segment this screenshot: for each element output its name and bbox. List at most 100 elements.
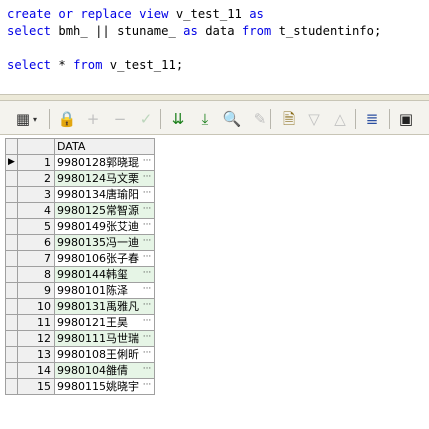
toolbar-separator	[270, 109, 271, 129]
current-row-icon: ▶	[8, 157, 15, 167]
cell-value: 9980101陈泽	[57, 284, 128, 297]
data-cell[interactable]: 9980124马文栗 ···	[54, 170, 155, 187]
chevron-down-icon[interactable]: ▾	[33, 115, 37, 124]
data-cell[interactable]: 9980121王昊 ···	[54, 314, 155, 331]
cell-value: 9980124马文栗	[57, 172, 139, 185]
row-indicator[interactable]	[5, 282, 18, 299]
table-row[interactable]: 15 9980115姚晓宇 ···	[5, 378, 155, 395]
cell-editor-ellipsis-icon[interactable]: ···	[141, 252, 153, 265]
data-cell[interactable]: 9980125常智源 ···	[54, 202, 155, 219]
cell-editor-ellipsis-icon[interactable]: ···	[141, 172, 153, 185]
cell-editor-ellipsis-icon[interactable]: ···	[141, 300, 153, 313]
row-number: 9	[17, 282, 55, 299]
data-cell[interactable]: 9980106张子春 ···	[54, 250, 155, 267]
cell-editor-ellipsis-icon[interactable]: ···	[141, 284, 153, 297]
sort-asc-button[interactable]: △	[330, 109, 350, 129]
cell-value: 9980115姚晓宇	[57, 380, 139, 393]
row-indicator[interactable]	[5, 202, 18, 219]
save-button[interactable]: ▣	[396, 109, 416, 129]
sort-desc-button[interactable]: ▽	[304, 109, 324, 129]
cell-editor-ellipsis-icon[interactable]: ···	[141, 364, 153, 377]
cell-editor-ellipsis-icon[interactable]: ···	[141, 332, 153, 345]
table-row[interactable]: 5 9980149张艾迪 ···	[5, 218, 155, 235]
cell-value: 9980128郭晓琨	[57, 156, 139, 169]
table-row[interactable]: 11 9980121王昊 ···	[5, 314, 155, 331]
fetch-last-button[interactable]: ⤓	[195, 109, 215, 129]
row-number: 2	[17, 170, 55, 187]
cell-editor-ellipsis-icon[interactable]: ···	[141, 220, 153, 233]
row-indicator[interactable]	[5, 234, 18, 251]
grid-layout-button[interactable]: ▦ ▾	[13, 109, 37, 129]
row-indicator[interactable]	[5, 266, 18, 283]
cell-value: 9980144韩玺	[57, 268, 128, 281]
table-row[interactable]: 10 9980131禹雅凡 ···	[5, 298, 155, 315]
table-row[interactable]: 13 9980108王俐昕 ···	[5, 346, 155, 363]
table-row[interactable]: 9 9980101陈泽 ···	[5, 282, 155, 299]
cell-editor-ellipsis-icon[interactable]: ···	[141, 380, 153, 393]
export-button[interactable]: 🗎	[279, 109, 299, 129]
column-header-data[interactable]: DATA	[54, 138, 155, 155]
data-cell[interactable]: 9980111马世瑞 ···	[54, 330, 155, 347]
table-row[interactable]: 8 9980144韩玺 ···	[5, 266, 155, 283]
data-cell[interactable]: 9980149张艾迪 ···	[54, 218, 155, 235]
result-grid: DATA ▶ 1 9980128郭晓琨 ··· 2 9980124马文栗 ··· 3 99801…	[5, 138, 155, 395]
row-indicator[interactable]	[5, 314, 18, 331]
post-changes-button[interactable]: ✓	[136, 109, 156, 129]
cell-editor-ellipsis-icon[interactable]: ···	[141, 236, 153, 249]
table-row[interactable]: 12 9980111马世瑞 ···	[5, 330, 155, 347]
row-indicator[interactable]	[5, 346, 18, 363]
table-row[interactable]: 3 9980134唐瑜阳 ···	[5, 186, 155, 203]
data-cell[interactable]: 9980131禹雅凡 ···	[54, 298, 155, 315]
query-by-example-icon: 🔍	[222, 110, 242, 128]
cell-editor-ellipsis-icon[interactable]: ···	[141, 204, 153, 217]
table-row[interactable]: 6 9980135冯一迪 ···	[5, 234, 155, 251]
table-row[interactable]: 2 9980124马文栗 ···	[5, 170, 155, 187]
code-line[interactable]: create or replace view v_test_11 as	[7, 6, 264, 23]
fetch-next-button[interactable]: ⇊	[168, 109, 188, 129]
row-indicator[interactable]	[5, 330, 18, 347]
data-cell[interactable]: 9980101陈泽 ···	[54, 282, 155, 299]
lock-button[interactable]: 🔒	[57, 109, 77, 129]
row-number: 5	[17, 218, 55, 235]
cell-editor-ellipsis-icon[interactable]: ···	[141, 268, 153, 281]
table-row[interactable]: 7 9980106张子春 ···	[5, 250, 155, 267]
data-cell[interactable]: 9980108王俐昕 ···	[54, 346, 155, 363]
cell-value: 9980131禹雅凡	[57, 300, 139, 313]
row-indicator[interactable]	[5, 186, 18, 203]
row-indicator[interactable]	[5, 170, 18, 187]
connect-button[interactable]: ≣	[362, 109, 382, 129]
data-cell[interactable]: 9980128郭晓琨 ···	[54, 154, 155, 171]
data-cell[interactable]: 9980144韩玺 ···	[54, 266, 155, 283]
row-indicator[interactable]	[5, 378, 18, 395]
pane-splitter[interactable]	[0, 94, 429, 101]
cell-editor-ellipsis-icon[interactable]: ···	[141, 156, 153, 169]
table-row[interactable]: 4 9980125常智源 ···	[5, 202, 155, 219]
sql-editor[interactable]: create or replace view v_test_11 as selec…	[0, 0, 429, 94]
table-row[interactable]: ▶ 1 9980128郭晓琨 ···	[5, 154, 155, 171]
row-indicator[interactable]	[5, 298, 18, 315]
data-cell[interactable]: 9980134唐瑜阳 ···	[54, 186, 155, 203]
toolbar-separator	[160, 109, 161, 129]
row-indicator[interactable]	[5, 362, 18, 379]
row-number: 10	[17, 298, 55, 315]
row-number: 8	[17, 266, 55, 283]
cell-editor-ellipsis-icon[interactable]: ···	[141, 316, 153, 329]
data-cell[interactable]: 9980104雒倩 ···	[54, 362, 155, 379]
cell-editor-ellipsis-icon[interactable]: ···	[141, 348, 153, 361]
query-by-example-button[interactable]: 🔍	[222, 109, 242, 129]
code-line[interactable]: select * from v_test_11;	[7, 57, 183, 74]
row-indicator[interactable]	[5, 250, 18, 267]
row-indicator[interactable]	[5, 218, 18, 235]
data-cell[interactable]: 9980135冯一迪 ···	[54, 234, 155, 251]
code-line[interactable]: select bmh_ || stuname_ as data from t_s…	[7, 23, 381, 40]
row-number: 11	[17, 314, 55, 331]
clear-button[interactable]: ✎	[250, 109, 270, 129]
add-record-button[interactable]: +	[83, 109, 103, 129]
row-indicator[interactable]: ▶	[5, 154, 18, 171]
cell-editor-ellipsis-icon[interactable]: ···	[141, 188, 153, 201]
table-row[interactable]: 14 9980104雒倩 ···	[5, 362, 155, 379]
cell-value: 9980108王俐昕	[57, 348, 139, 361]
data-cell[interactable]: 9980115姚晓宇 ···	[54, 378, 155, 395]
delete-record-button[interactable]: −	[110, 109, 130, 129]
